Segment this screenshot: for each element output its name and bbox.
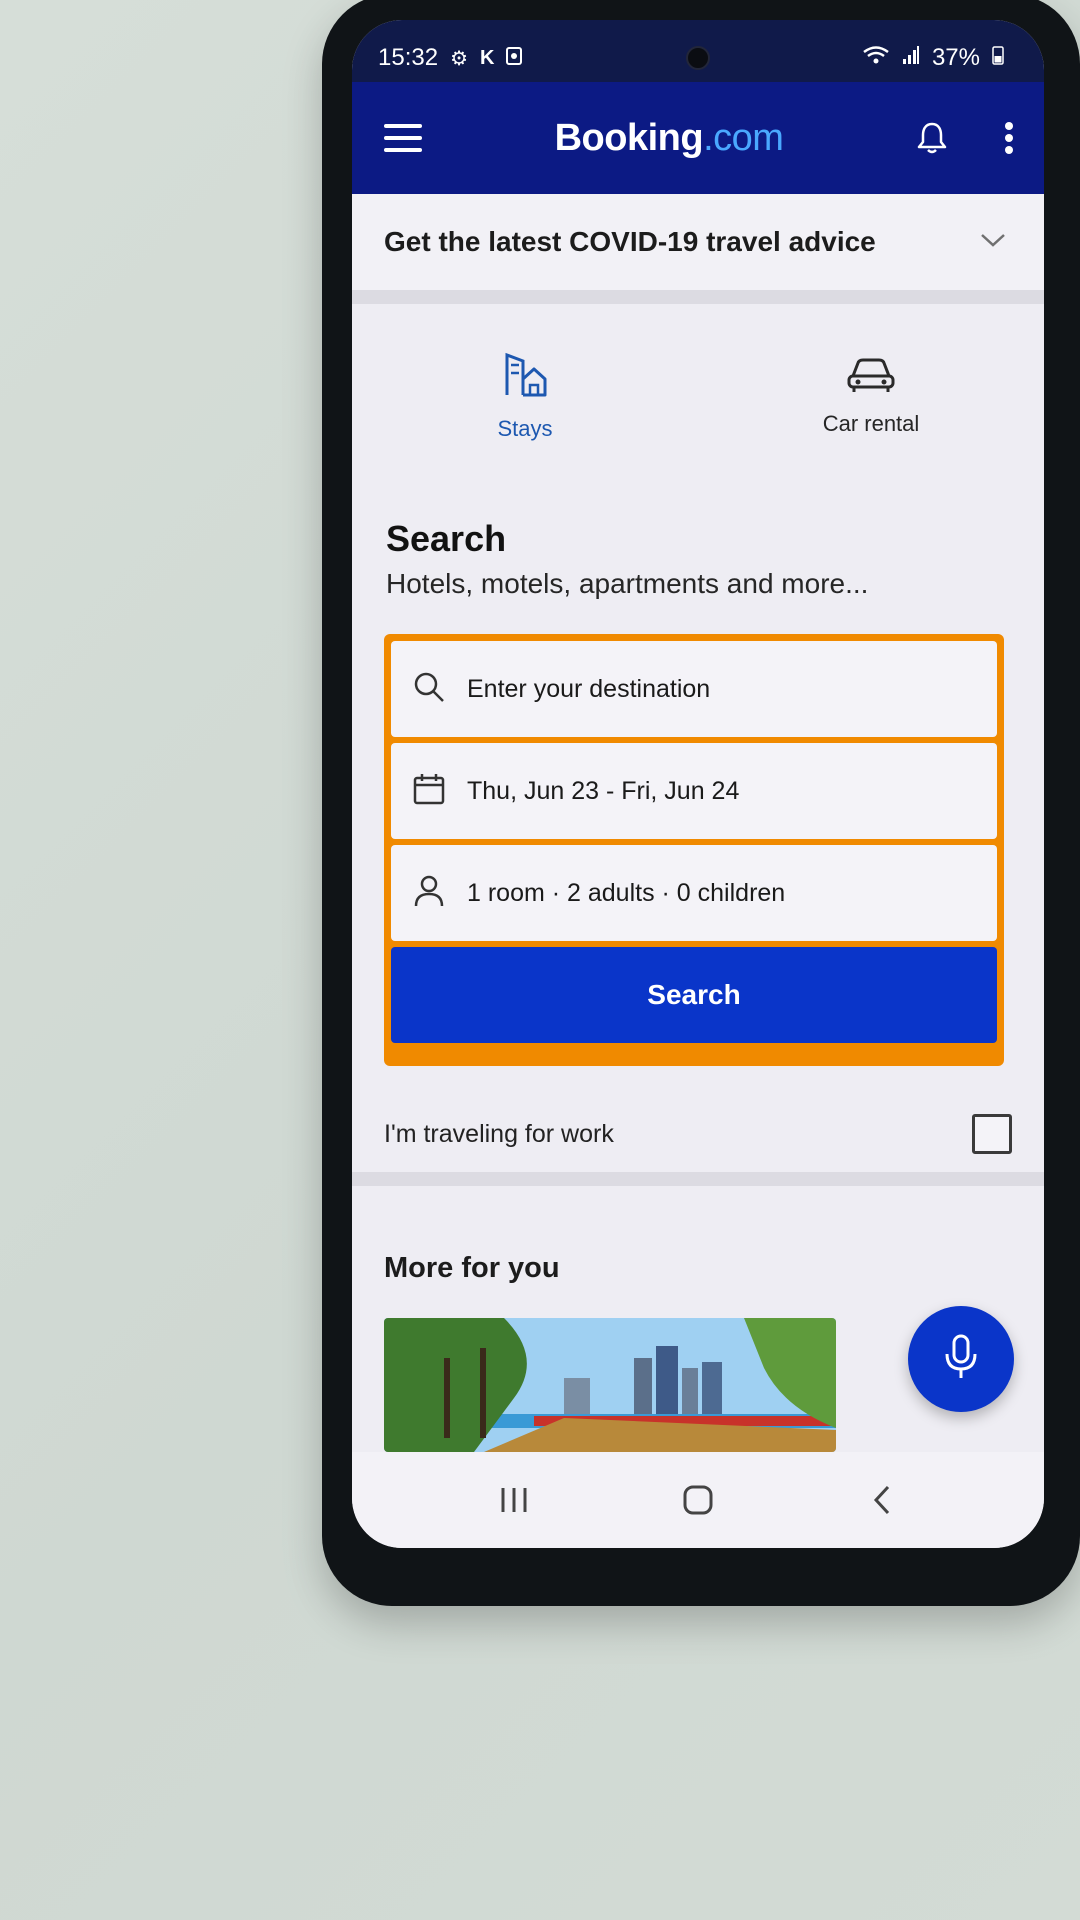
brand-logo: Booking.com [555,117,784,160]
header-actions [916,121,1014,155]
calendar-icon [413,773,445,810]
tab-stays-label: Stays [497,415,553,441]
status-time: 15:32 [378,44,439,71]
car-icon [845,354,897,399]
battery-icon [992,44,1004,72]
building-icon [501,349,549,404]
work-travel-label: I'm traveling for work [384,1119,614,1148]
search-subheading: Hotels, motels, apartments and more... [386,568,869,599]
bell-icon[interactable] [916,121,948,155]
phone-device: 15:32 ⚙ K 37% Booking.com Get the latest… [322,0,1080,1606]
destination-placeholder: Enter your destination [467,674,711,703]
search-icon [413,671,445,708]
recent-apps-icon[interactable] [474,1470,554,1530]
back-icon[interactable] [842,1470,922,1530]
date-field[interactable]: Thu, Jun 23 - Fri, Jun 24 [391,743,997,839]
covid-advice-banner[interactable]: Get the latest COVID-19 travel advice [352,194,1044,304]
battery-percent: 37% [931,44,980,71]
more-for-you-heading: More for you [384,1252,560,1284]
destination-field[interactable]: Enter your destination [391,641,997,737]
gear-icon: ⚙ [450,47,468,70]
product-tabs: Stays Car rental [352,310,1044,480]
notification-icon [506,44,523,72]
date-range-value: Thu, Jun 23 - Fri, Jun 24 [467,776,740,805]
tab-stays[interactable]: Stays [352,310,698,480]
home-icon[interactable] [658,1470,738,1530]
guests-value: 1 room · 2 adults · 0 children [467,878,786,907]
voice-search-button[interactable] [908,1306,1014,1412]
system-nav-bar [352,1452,1044,1548]
k-icon: K [480,46,495,69]
tab-car-rental-label: Car rental [822,410,920,436]
brand-name: Booking [554,116,704,159]
chevron-down-icon[interactable] [980,232,1006,253]
more-vertical-icon[interactable] [1004,121,1014,155]
work-travel-row: I'm traveling for work [352,1096,1044,1186]
phone-screen: 15:32 ⚙ K 37% Booking.com Get the latest… [352,20,1044,1548]
person-icon [413,874,445,913]
covid-advice-text: Get the latest COVID-19 travel advice [384,226,876,257]
guests-field[interactable]: 1 room · 2 adults · 0 children [391,845,997,941]
search-button[interactable]: Search [391,947,997,1043]
status-right: 37% [862,44,1004,72]
status-left: 15:32 ⚙ K [378,44,523,72]
search-heading: Search [386,518,507,559]
microphone-icon [944,1334,978,1385]
brand-suffix: .com [703,116,784,159]
promo-city-image[interactable] [384,1318,836,1452]
work-travel-checkbox[interactable] [972,1114,1012,1154]
wifi-icon [862,44,890,72]
front-camera [686,46,710,70]
signal-icon [902,44,920,72]
app-header: Booking.com [352,82,1044,194]
menu-icon[interactable] [384,124,422,152]
search-form: Enter your destination Thu, Jun 23 - Fri… [384,634,1004,1066]
tab-car-rental[interactable]: Car rental [698,310,1044,480]
